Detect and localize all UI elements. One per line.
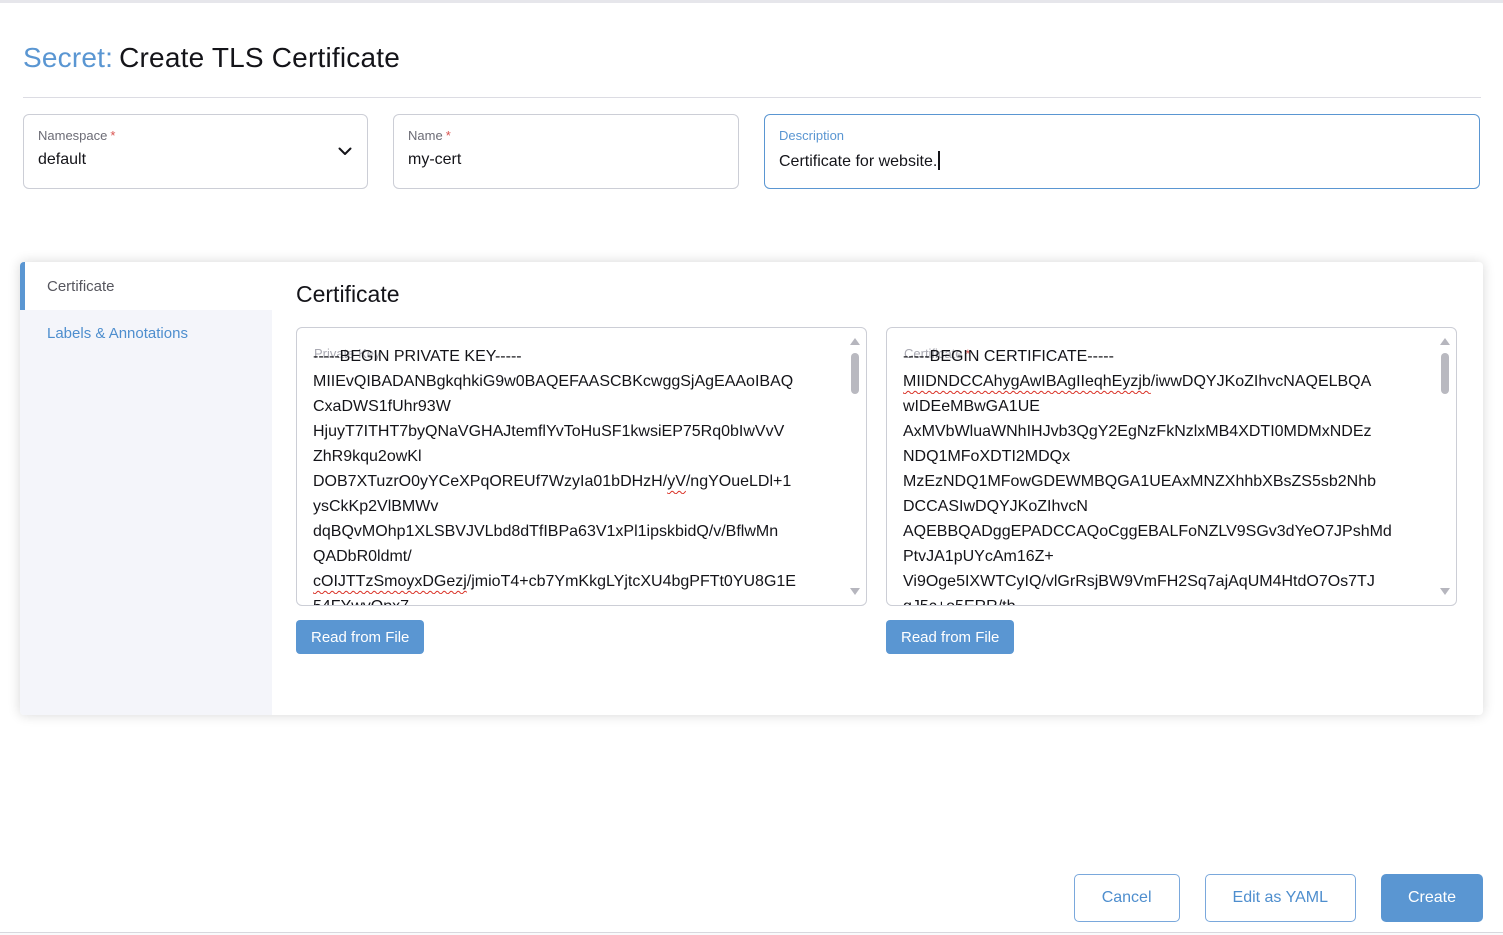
required-asterisk: *	[110, 128, 115, 143]
certificate-content: -----BEGIN CERTIFICATE----- MIIDNDCCAhyg…	[887, 328, 1456, 606]
scrollbar-thumb[interactable]	[851, 353, 859, 394]
private-key-content: -----BEGIN PRIVATE KEY----- MIIEvQIBADAN…	[297, 328, 866, 606]
scroll-down-icon[interactable]	[850, 588, 860, 595]
footer-actions: Cancel Edit as YAML Create	[1074, 874, 1483, 922]
create-button[interactable]: Create	[1381, 874, 1483, 922]
name-value: my-cert	[408, 151, 724, 169]
namespace-value: default	[38, 151, 353, 169]
page-title-text: Create TLS Certificate	[119, 42, 400, 73]
name-label: Name*	[408, 128, 724, 143]
private-key-read-from-file-button[interactable]: Read from File	[296, 620, 424, 654]
bottom-divider	[0, 932, 1503, 933]
scroll-up-icon[interactable]	[1440, 338, 1450, 345]
scroll-up-icon[interactable]	[850, 338, 860, 345]
cancel-button[interactable]: Cancel	[1074, 874, 1180, 922]
tab-labels-annotations[interactable]: Labels & Annotations	[20, 310, 272, 356]
text-cursor	[938, 151, 940, 170]
namespace-select[interactable]: Namespace* default	[23, 114, 368, 189]
scrollbar[interactable]	[1439, 336, 1451, 597]
metadata-form: Namespace* default Name* my-cert Descrip…	[23, 114, 1480, 189]
private-key-textarea[interactable]: Private Key -----BEGIN PRIVATE KEY----- …	[296, 327, 867, 606]
namespace-label: Namespace*	[38, 128, 353, 143]
certificate-textarea[interactable]: Certificate* -----BEGIN CERTIFICATE-----…	[886, 327, 1457, 606]
scrollbar[interactable]	[849, 336, 861, 597]
header-divider	[23, 97, 1481, 98]
section-title: Certificate	[296, 281, 1457, 308]
resource-kind-label: Secret:	[23, 42, 113, 73]
name-field[interactable]: Name* my-cert	[393, 114, 739, 189]
required-asterisk: *	[446, 128, 451, 143]
edit-as-yaml-button[interactable]: Edit as YAML	[1205, 874, 1356, 922]
description-label: Description	[779, 128, 1465, 143]
certificate-group: Certificate* -----BEGIN CERTIFICATE-----…	[886, 327, 1457, 654]
page-title: Secret:Create TLS Certificate	[23, 42, 400, 74]
certificate-read-from-file-button[interactable]: Read from File	[886, 620, 1014, 654]
description-field[interactable]: Description Certificate for website.	[764, 114, 1480, 189]
tab-panel-certificate: Certificate Private Key -----BEGIN PRIVA…	[272, 262, 1483, 715]
tab-sidebar: Certificate Labels & Annotations	[20, 262, 272, 715]
tab-certificate[interactable]: Certificate	[20, 262, 272, 310]
secret-data-card: Certificate Labels & Annotations Certifi…	[20, 262, 1483, 715]
scroll-down-icon[interactable]	[1440, 588, 1450, 595]
top-divider	[0, 0, 1503, 3]
chevron-down-icon	[337, 143, 353, 164]
private-key-group: Private Key -----BEGIN PRIVATE KEY----- …	[296, 327, 867, 654]
description-value: Certificate for website.	[779, 151, 1465, 171]
scrollbar-thumb[interactable]	[1441, 353, 1449, 394]
